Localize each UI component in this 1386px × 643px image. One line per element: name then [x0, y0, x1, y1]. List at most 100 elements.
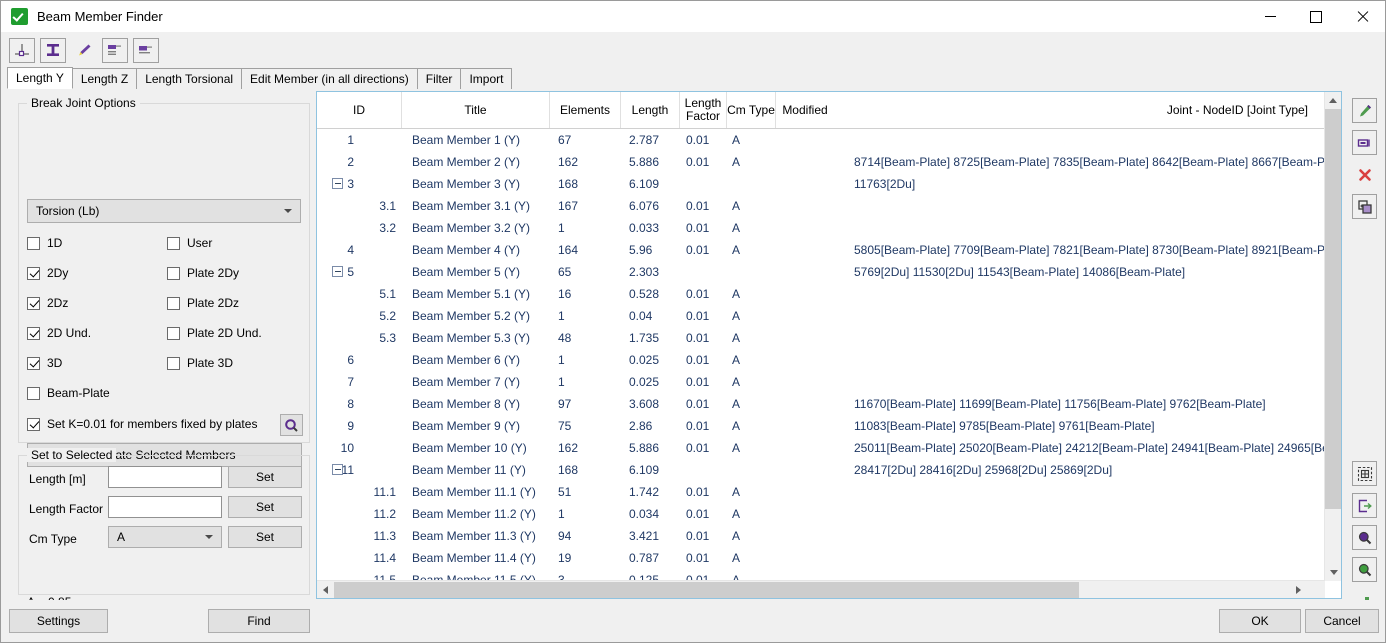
select-grid-button[interactable]	[1352, 461, 1377, 486]
tab-filter[interactable]: Filter	[417, 68, 462, 89]
vertical-scroll-thumb[interactable]	[1325, 109, 1342, 509]
highlighter-pen-button[interactable]	[71, 38, 97, 63]
beam-section-button[interactable]	[40, 38, 66, 63]
table-row[interactable]: 4Beam Member 4 (Y)1645.960.01A5805[Beam-…	[317, 239, 1325, 261]
checkbox-2dy[interactable]: 2Dy	[27, 266, 68, 280]
close-button[interactable]	[1339, 1, 1385, 32]
cell-joint-nodeid	[834, 371, 1325, 393]
table-row[interactable]: 5.1Beam Member 5.1 (Y)160.5280.01A	[317, 283, 1325, 305]
table-row[interactable]: 3.1Beam Member 3.1 (Y)1676.0760.01A	[317, 195, 1325, 217]
table-row[interactable]: 2Beam Member 2 (Y)1625.8860.01A8714[Beam…	[317, 151, 1325, 173]
ok-button[interactable]: OK	[1219, 609, 1301, 633]
tab-import[interactable]: Import	[460, 68, 512, 89]
table-row[interactable]: 5Beam Member 5 (Y)652.3035769[2Du] 11530…	[317, 261, 1325, 283]
checkbox-label: Plate 2Dy	[187, 266, 239, 280]
checkbox-set-k[interactable]: Set K=0.01 for members fixed by plates	[27, 417, 257, 431]
copy-rows-button[interactable]	[102, 38, 128, 63]
checkbox-user[interactable]: User	[167, 236, 212, 250]
cell-joint-nodeid	[834, 195, 1325, 217]
checkbox-3d[interactable]: 3D	[27, 356, 62, 370]
cell-modified	[776, 261, 834, 283]
table-row[interactable]: 1Beam Member 1 (Y)672.7870.01A	[317, 129, 1325, 151]
table-row[interactable]: 11Beam Member 11 (Y)1686.10928417[2Du] 2…	[317, 459, 1325, 481]
column-header-id[interactable]: ID	[317, 92, 402, 128]
insert-row-button[interactable]	[1352, 130, 1377, 155]
scroll-left-button[interactable]	[317, 581, 334, 598]
axis-origin-button[interactable]	[9, 38, 35, 63]
tab-length-torsional[interactable]: Length Torsional	[136, 68, 242, 89]
table-vertical-scrollbar[interactable]	[1324, 92, 1341, 581]
column-header-cm-type[interactable]: Cm Type	[727, 92, 776, 128]
maximize-button[interactable]	[1293, 1, 1339, 32]
magnifier-button[interactable]	[280, 414, 303, 436]
table-row[interactable]: 3.2Beam Member 3.2 (Y)10.0330.01A	[317, 217, 1325, 239]
table-row[interactable]: 6Beam Member 6 (Y)10.0250.01A	[317, 349, 1325, 371]
zoom-purple-button[interactable]	[1352, 525, 1377, 550]
scroll-right-button[interactable]	[1290, 581, 1307, 598]
cell-title: Beam Member 5.2 (Y)	[402, 305, 550, 327]
table-row[interactable]: 11.1Beam Member 11.1 (Y)511.7420.01A	[317, 481, 1325, 503]
row-id-label: 1	[347, 133, 396, 147]
horizontal-scroll-thumb[interactable]	[334, 582, 1079, 598]
export-arrow-button[interactable]	[1352, 493, 1377, 518]
table-row[interactable]: 11.4Beam Member 11.4 (Y)190.7870.01A	[317, 547, 1325, 569]
table-row[interactable]: 11.3Beam Member 11.3 (Y)943.4210.01A	[317, 525, 1325, 547]
tab-length-z[interactable]: Length Z	[72, 68, 137, 89]
table-row[interactable]: 8Beam Member 8 (Y)973.6080.01A11670[Beam…	[317, 393, 1325, 415]
cell-length-factor: 0.01	[680, 481, 727, 503]
checkbox-plate-2d-und[interactable]: Plate 2D Und.	[167, 326, 262, 340]
column-header-title[interactable]: Title	[402, 92, 550, 128]
set-cm-type-button[interactable]: Set	[228, 526, 302, 548]
checkbox-plate-3d[interactable]: Plate 3D	[167, 356, 233, 370]
tab-edit-member[interactable]: Edit Member (in all directions)	[241, 68, 418, 89]
table-horizontal-scrollbar[interactable]	[317, 580, 1325, 598]
cell-id: 4	[317, 239, 402, 261]
column-header-length-factor[interactable]: Length Factor	[680, 92, 727, 128]
cell-elements: 19	[550, 547, 621, 569]
table-row[interactable]: 5.2Beam Member 5.2 (Y)10.040.01A	[317, 305, 1325, 327]
set-length-button[interactable]: Set	[228, 466, 302, 488]
cell-length-factor	[680, 173, 727, 195]
table-row[interactable]: 9Beam Member 9 (Y)752.860.01A11083[Beam-…	[317, 415, 1325, 437]
scroll-down-button[interactable]	[1325, 564, 1342, 581]
cell-elements: 162	[550, 151, 621, 173]
find-button[interactable]: Find	[208, 609, 310, 633]
cm-type-combo[interactable]: A	[108, 526, 222, 548]
column-header-modified[interactable]: Modified	[776, 92, 834, 128]
length-input[interactable]	[108, 466, 222, 488]
expand-collapse-icon[interactable]	[332, 464, 343, 475]
checkbox-2dz[interactable]: 2Dz	[27, 296, 68, 310]
column-header-elements[interactable]: Elements	[550, 92, 621, 128]
cell-length-factor	[680, 261, 727, 283]
checkbox-1d[interactable]: 1D	[27, 236, 62, 250]
cell-cm-type: A	[727, 415, 776, 437]
paste-rows-button[interactable]	[133, 38, 159, 63]
table-row[interactable]: 5.3Beam Member 5.3 (Y)481.7350.01A	[317, 327, 1325, 349]
scroll-up-button[interactable]	[1325, 92, 1341, 109]
checkbox-plate-2dy[interactable]: Plate 2Dy	[167, 266, 239, 280]
tab-length-y[interactable]: Length Y	[7, 67, 73, 89]
column-header-joint[interactable]: Joint - NodeID [Joint Type]	[834, 92, 1325, 128]
delete-button[interactable]	[1352, 162, 1377, 187]
length-factor-input[interactable]	[108, 496, 222, 518]
table-row[interactable]: 11.2Beam Member 11.2 (Y)10.0340.01A	[317, 503, 1325, 525]
expand-collapse-icon[interactable]	[332, 266, 343, 277]
duplicate-add-button[interactable]	[1352, 194, 1377, 219]
checkbox-plate-2dz[interactable]: Plate 2Dz	[167, 296, 239, 310]
edit-pencil-button[interactable]	[1352, 98, 1377, 123]
row-id-label: 4	[347, 243, 396, 257]
expand-collapse-icon[interactable]	[332, 178, 343, 189]
checkbox-beam-plate[interactable]: Beam-Plate	[27, 386, 110, 400]
column-header-length[interactable]: Length	[621, 92, 680, 128]
zoom-green-button[interactable]	[1352, 557, 1377, 582]
settings-button[interactable]: Settings	[9, 609, 108, 633]
minimize-button[interactable]	[1247, 1, 1293, 32]
cancel-button[interactable]: Cancel	[1305, 609, 1379, 633]
checkbox-2d-und[interactable]: 2D Und.	[27, 326, 91, 340]
break-joint-combo[interactable]: Torsion (Lb)	[27, 199, 301, 223]
set-length-factor-button[interactable]: Set	[228, 496, 302, 518]
row-id-label: 3.1	[349, 199, 396, 213]
table-row[interactable]: 7Beam Member 7 (Y)10.0250.01A	[317, 371, 1325, 393]
table-row[interactable]: 3Beam Member 3 (Y)1686.10911763[2Du]	[317, 173, 1325, 195]
table-row[interactable]: 10Beam Member 10 (Y)1625.8860.01A25011[B…	[317, 437, 1325, 459]
